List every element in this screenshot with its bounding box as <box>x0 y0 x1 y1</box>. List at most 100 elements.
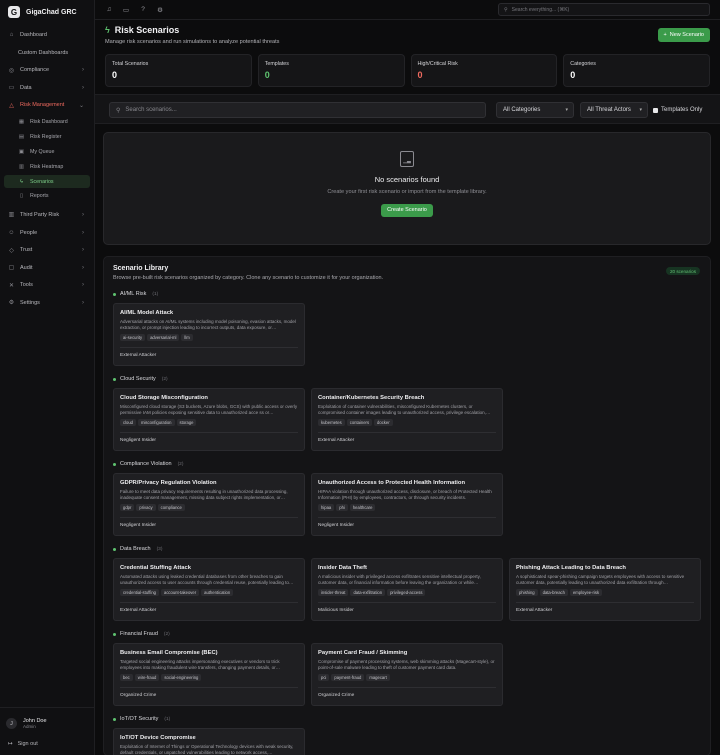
scenario-tags: hipaa phi healthcare <box>318 504 496 511</box>
sidebar-item-label: Risk Dashboard <box>30 119 68 126</box>
scenario-card[interactable]: Cloud Storage Misconfiguration Misconfigu… <box>113 388 305 451</box>
threat-actor: Organized Crime <box>318 693 355 698</box>
scenario-title: Cloud Storage Misconfiguration <box>120 395 208 401</box>
scenario-card[interactable]: Credential Stuffing Attack Automated atta… <box>113 558 305 621</box>
sidebar-item-trust[interactable]: ◇ Trust › <box>4 243 90 257</box>
library-title: Scenario Library <box>113 265 169 272</box>
scenario-card[interactable]: GDPR/Privacy Regulation Violation Failure… <box>113 473 305 536</box>
sidebar-item-label: Risk Heatmap <box>30 163 64 170</box>
sidebar-item-my-queue[interactable]: ▣ My Queue <box>4 146 90 159</box>
templates-only-checkbox[interactable] <box>653 107 658 113</box>
scenario-tag: social-engineering <box>161 674 202 681</box>
calendar-icon[interactable]: ▭ <box>122 6 130 14</box>
threat-actor-select[interactable]: All Threat Actors ▾ <box>580 102 648 118</box>
user-info: John Doe Admin <box>23 718 47 729</box>
card-divider <box>120 347 298 348</box>
sign-out-label: Sign out <box>17 741 38 747</box>
bell-icon[interactable]: ♫ <box>105 6 113 13</box>
card-divider <box>318 602 496 603</box>
grid-icon: ▦ <box>18 119 25 126</box>
stat-card: Categories 0 <box>563 54 710 87</box>
scenario-card[interactable]: Unauthorized Access to Protected Health … <box>311 473 503 536</box>
sidebar-item-label: Trust <box>20 247 33 254</box>
shield-icon: ◇ <box>9 247 14 254</box>
sidebar-item-risk-heatmap[interactable]: ▥ Risk Heatmap <box>4 160 90 173</box>
sidebar-item-third-party-risk[interactable]: ▥ Third Party Risk › <box>4 208 90 222</box>
stat-label: Total Scenarios <box>112 61 149 67</box>
sidebar-item-compliance[interactable]: ◎ Compliance › <box>4 63 90 77</box>
category-count: (2) <box>161 376 168 382</box>
sidebar-item-label: Risk Management <box>20 102 65 109</box>
scenario-title: AI/ML Model Attack <box>120 310 174 316</box>
scenario-card[interactable]: IoT/OT Device Compromise Exploitation of … <box>113 728 305 755</box>
threat-actor: External Attacker <box>516 608 553 613</box>
library-category: AI/ML Risk (1) AI/ML Model Attack Adversari… <box>113 289 701 366</box>
sidebar-item-audit[interactable]: ▢ Audit › <box>4 261 90 275</box>
category-dot-icon <box>113 292 116 296</box>
scenario-tag: hipaa <box>318 504 335 511</box>
templates-only-toggle[interactable]: Templates Only <box>653 107 702 113</box>
sidebar-item-reports[interactable]: ▯ Reports <box>4 190 90 203</box>
scenario-card[interactable]: Phishing Attack Leading to Data Breach A … <box>509 558 701 621</box>
sidebar-item-risk-register[interactable]: ▤ Risk Register <box>4 131 90 144</box>
sign-out-button[interactable]: ↦ Sign out <box>0 741 46 747</box>
chevron-right-icon: › <box>82 282 84 289</box>
user-profile[interactable]: J John Doe Admin <box>0 707 95 729</box>
sidebar-item-risk-dashboard[interactable]: ▦ Risk Dashboard <box>4 116 90 129</box>
sidebar-item-data[interactable]: ▭ Data › <box>4 81 90 95</box>
sidebar-item-tools[interactable]: ✕ Tools › <box>4 278 90 292</box>
global-search-input[interactable]: ⚲ Search everything... (⌘K) <box>498 3 710 16</box>
scenario-card[interactable]: Insider Data Theft A malicious insider wi… <box>311 558 503 621</box>
wrench-icon: ✕ <box>8 282 15 289</box>
scenario-tag: privacy <box>136 504 156 511</box>
stat-card: High/Critical Risk 0 <box>410 54 558 87</box>
scenario-card[interactable]: AI/ML Model Attack Adversarial attacks on… <box>113 303 305 366</box>
scenario-tags: kubernetes containers docker <box>318 419 496 426</box>
help-icon[interactable]: ? <box>139 6 147 13</box>
scenario-tags: credential-stuffing account-takeover authe… <box>120 589 298 596</box>
category-header: Compliance Violation (2) <box>113 459 701 469</box>
scenario-library: Scenario Library Browse pre-built risk s… <box>103 256 711 755</box>
scenario-description: A malicious insider with privileged acce… <box>318 574 481 586</box>
scenario-card[interactable]: Business Email Compromise (BEC) Targeted … <box>113 643 305 706</box>
sidebar-item-label: Third Party Risk <box>20 211 60 218</box>
scenario-tags: cloud misconfiguration storage <box>120 419 298 426</box>
avatar: J <box>6 718 17 729</box>
scenario-title: GDPR/Privacy Regulation Violation <box>120 480 217 486</box>
library-category: IoT/OT Security (1) IoT/OT Device Compromi… <box>113 714 701 755</box>
sidebar-item-label: Custom Dashboards <box>18 49 69 56</box>
brand[interactable]: G GigaChad GRC <box>0 0 94 24</box>
page-title: ϟ Risk Scenarios <box>105 25 710 35</box>
library-category: Data Breach (3) Credential Stuffing Attack… <box>113 544 701 621</box>
scenario-description: Adversarial attacks on AI/ML systems inc… <box>120 319 296 331</box>
scenario-card[interactable]: Container/Kubernetes Security Breach Expl… <box>311 388 503 451</box>
templates-only-label: Templates Only <box>661 107 703 113</box>
sidebar-item-settings[interactable]: ⚙ Settings › <box>4 296 90 310</box>
scenario-description: Exploitation of Internet of Things or Op… <box>120 744 294 755</box>
scenario-title: Payment Card Fraud / Skimming <box>318 650 408 656</box>
scenario-tags: bec wire-fraud social-engineering <box>120 674 298 681</box>
category-count: (1) <box>164 716 171 722</box>
library-category: Financial Fraud (2) Business Email Comprom… <box>113 629 701 706</box>
list-icon: ▤ <box>18 134 25 141</box>
sidebar-item-dashboard[interactable]: ⌂ Dashboard <box>4 28 90 42</box>
scenario-card[interactable]: Payment Card Fraud / Skimming Compromise … <box>311 643 503 706</box>
scenario-tags: insider-threat data-exfiltration privilege… <box>318 589 496 596</box>
new-scenario-button[interactable]: + New Scenario <box>657 28 710 42</box>
chevron-right-icon: › <box>82 229 84 236</box>
building-icon: ▥ <box>8 212 15 219</box>
category-select[interactable]: All Categories ▾ <box>496 102 574 118</box>
sidebar-item-risk-management[interactable]: △ Risk Management ⌄ <box>4 98 90 112</box>
scenario-title: IoT/OT Device Compromise <box>120 735 196 741</box>
sidebar-item-people[interactable]: ☺ People › <box>4 226 90 240</box>
create-scenario-button[interactable]: Create Scenario <box>381 203 433 217</box>
scenario-tag: privileged-access <box>387 589 426 596</box>
scenario-cards: AI/ML Model Attack Adversarial attacks on… <box>113 303 701 366</box>
card-divider <box>318 432 496 433</box>
scenario-search-input[interactable]: ⚲ Search scenarios... <box>109 102 486 118</box>
sidebar-item-custom-dashboards[interactable]: Custom Dashboards <box>4 46 90 60</box>
scenario-cards: Business Email Compromise (BEC) Targeted … <box>113 643 701 706</box>
sidebar-item-scenarios[interactable]: ϟ Scenarios <box>4 175 90 189</box>
scenario-tag: insider-threat <box>318 589 349 596</box>
gear-icon[interactable]: ⚙ <box>156 6 164 14</box>
